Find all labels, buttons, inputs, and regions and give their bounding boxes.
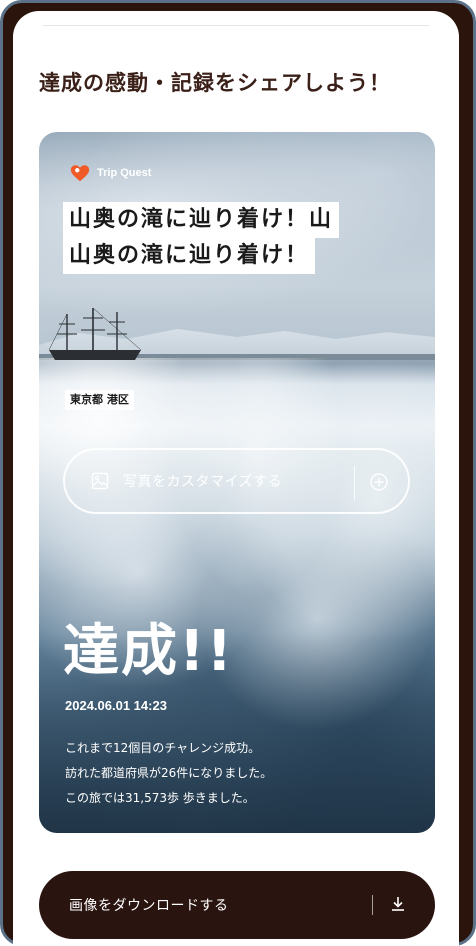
customize-photo-button[interactable]: 写真をカスタマイズする (63, 448, 410, 514)
challenge-title: 山奥の滝に辿り着け！山 山奥の滝に辿り着け！ (63, 202, 413, 274)
download-image-label: 画像をダウンロードする (69, 898, 229, 914)
customize-photo-label: 写真をカスタマイズする (123, 474, 283, 490)
customize-divider (354, 466, 355, 500)
achievement-stats: これまで12個目のチャレンジ成功。 訪れた都道府県が26件になりました。 この旅… (65, 736, 415, 811)
download-divider (372, 895, 373, 915)
challenge-title-line-2: 山奥の滝に辿り着け！ (63, 238, 316, 274)
download-image-button[interactable]: 画像をダウンロードする (39, 871, 435, 939)
top-divider (43, 25, 429, 26)
heart-pin-icon (70, 165, 90, 182)
device-frame: 達成の感動・記録をシェアしよう！ Trip Quest 山奥の滝に辿り着け！山 … (0, 0, 476, 946)
achieved-label: 達成!! (63, 619, 235, 684)
brand-logo: Trip Quest (69, 162, 151, 184)
location-tag: 東京都 港区 (65, 390, 134, 410)
challenge-title-line-1: 山奥の滝に辿り着け！山 (63, 202, 340, 238)
stat-prefectures: 訪れた都道府県が26件になりました。 (65, 766, 273, 780)
ship-silhouette (48, 307, 142, 360)
share-card: Trip Quest 山奥の滝に辿り着け！山 山奥の滝に辿り着け！ 東京都 港区… (39, 132, 435, 833)
screen: 達成の感動・記録をシェアしよう！ Trip Quest 山奥の滝に辿り着け！山 … (13, 11, 459, 946)
plus-circle-icon[interactable] (369, 472, 389, 492)
brand-name: Trip Quest (97, 167, 152, 179)
achieved-datetime: 2024.06.01 14:23 (65, 698, 167, 713)
download-icon (392, 897, 404, 911)
share-heading: 達成の感動・記録をシェアしよう！ (39, 71, 391, 95)
stat-challenges: これまで12個目のチャレンジ成功。 (65, 741, 261, 755)
stat-steps: この旅では31,573歩 歩きました。 (65, 791, 255, 805)
image-icon (91, 472, 109, 490)
